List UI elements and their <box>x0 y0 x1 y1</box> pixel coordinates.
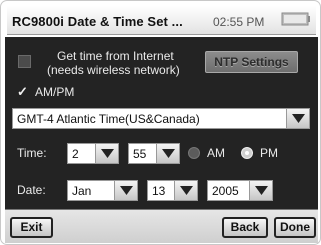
title-bar: RC9800i Date & Time Set ... 02:55 PM <box>7 6 316 35</box>
year-dropdown-button[interactable] <box>249 181 272 200</box>
minute-value: 55 <box>133 147 147 161</box>
time-label: Time: <box>17 146 47 160</box>
exit-button[interactable]: Exit <box>10 217 53 238</box>
year-value: 2005 <box>212 184 239 198</box>
window-title: RC9800i Date & Time Set ... <box>12 14 183 29</box>
clock: 02:55 PM <box>213 15 265 29</box>
pm-label: PM <box>260 146 278 160</box>
pm-radio[interactable] <box>241 147 253 159</box>
timezone-dropdown[interactable]: GMT-4 Atlantic Time(US&Canada) <box>12 108 310 129</box>
timezone-dropdown-button[interactable] <box>286 109 309 128</box>
month-dropdown-button[interactable] <box>114 181 137 200</box>
ampm-checkmark-icon[interactable]: ✓ <box>17 85 28 98</box>
chevron-down-icon <box>101 149 114 158</box>
ntp-settings-button[interactable]: NTP Settings <box>205 51 298 73</box>
internet-time-sublabel: (needs wireless network) <box>47 63 180 77</box>
hour-value: 2 <box>72 147 79 161</box>
bottom-bar: Exit Back Done <box>5 209 318 243</box>
day-dropdown[interactable]: 13 <box>147 180 198 201</box>
internet-time-label: Get time from Internet <box>57 49 174 63</box>
chevron-down-icon <box>292 114 305 123</box>
date-label: Date: <box>17 183 46 197</box>
chevron-down-icon <box>180 186 193 195</box>
done-button[interactable]: Done <box>274 217 316 238</box>
day-value: 13 <box>152 184 166 198</box>
day-dropdown-button[interactable] <box>174 181 197 200</box>
am-label: AM <box>207 146 225 160</box>
timezone-value: GMT-4 Atlantic Time(US&Canada) <box>17 112 200 126</box>
chevron-down-icon <box>255 186 268 195</box>
chevron-down-icon <box>162 149 175 158</box>
month-value: Jan <box>72 184 92 198</box>
battery-icon <box>281 12 310 26</box>
hour-dropdown[interactable]: 2 <box>67 143 119 164</box>
month-dropdown[interactable]: Jan <box>67 180 138 201</box>
year-dropdown[interactable]: 2005 <box>207 180 273 201</box>
minute-dropdown-button[interactable] <box>156 144 179 163</box>
device-screen: RC9800i Date & Time Set ... 02:55 PM Get… <box>0 0 321 245</box>
chevron-down-icon <box>120 186 133 195</box>
am-radio[interactable] <box>188 147 200 159</box>
hour-dropdown-button[interactable] <box>95 144 118 163</box>
internet-time-checkbox[interactable] <box>18 55 31 68</box>
back-button[interactable]: Back <box>222 217 268 238</box>
settings-panel: Get time from Internet (needs wireless n… <box>5 37 318 209</box>
minute-dropdown[interactable]: 55 <box>128 143 180 164</box>
ampm-label: AM/PM <box>35 85 75 99</box>
